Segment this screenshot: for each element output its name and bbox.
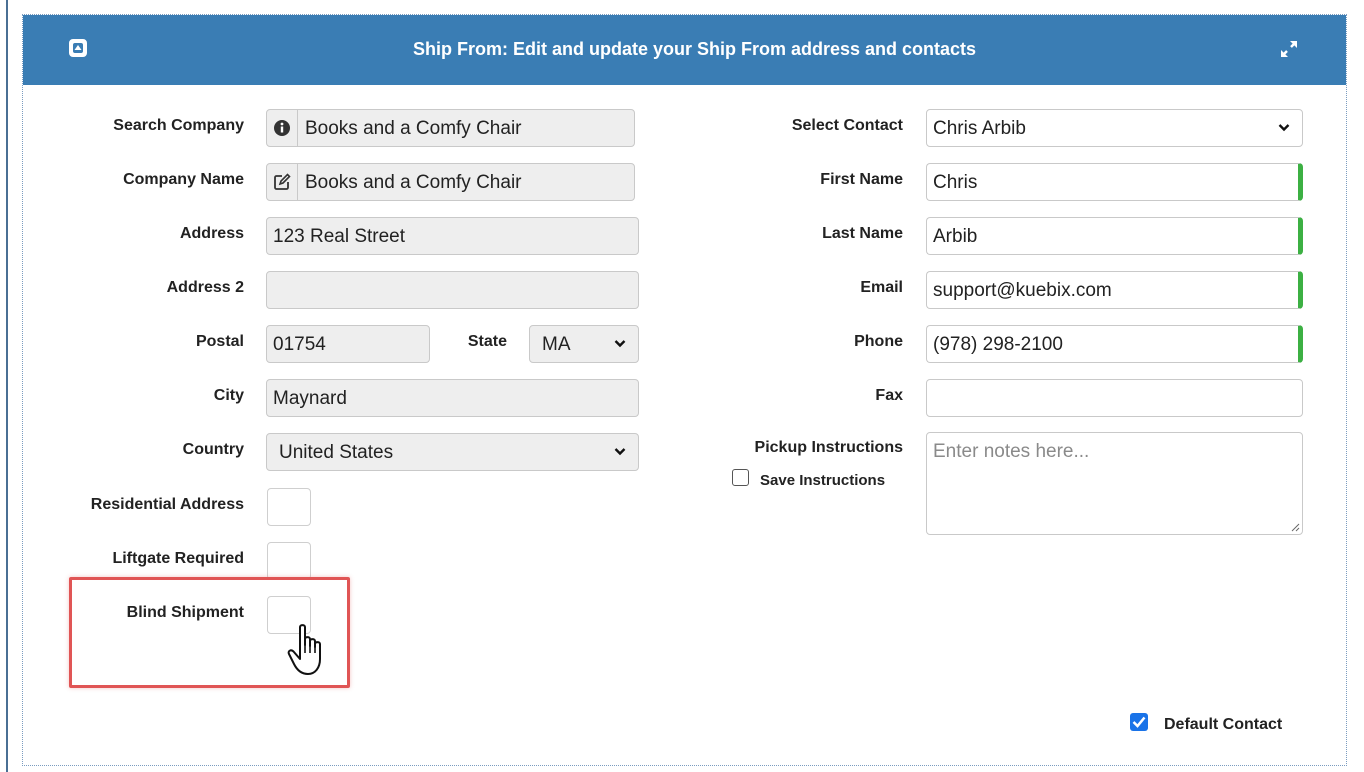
country-select[interactable]: United States [266, 433, 639, 471]
pickup-instructions-placeholder: Enter notes here... [933, 441, 1090, 462]
address-field[interactable]: 123 Real Street [266, 217, 639, 255]
state-label: State [467, 333, 507, 350]
address-2-field[interactable] [266, 271, 639, 309]
liftgate-required-label: Liftgate Required [112, 550, 244, 567]
info-circle-icon [267, 110, 298, 146]
last-name-field[interactable]: Arbib [926, 217, 1303, 255]
city-field[interactable]: Maynard [266, 379, 639, 417]
search-company-field[interactable]: Books and a Comfy Chair [266, 109, 635, 147]
pickup-instructions-textarea[interactable]: Enter notes here... [926, 432, 1303, 535]
pickup-instructions-label: Pickup Instructions [754, 439, 903, 456]
edit-icon[interactable] [267, 164, 298, 200]
panel-header: Ship From: Edit and update your Ship Fro… [23, 15, 1346, 85]
default-contact-label: Default Contact [1164, 716, 1283, 733]
page-left-border [6, 0, 8, 772]
resize-grip-icon[interactable] [1290, 522, 1300, 532]
first-name-field[interactable]: Chris [926, 163, 1303, 201]
postal-field[interactable]: 01754 [266, 325, 430, 363]
search-company-label: Search Company [113, 117, 244, 134]
fax-field[interactable] [926, 379, 1303, 417]
address-label: Address [179, 225, 244, 242]
hand-pointer-icon [287, 624, 321, 675]
residential-address-checkbox[interactable] [267, 488, 311, 526]
default-contact-checkbox[interactable] [1130, 713, 1148, 731]
last-name-label: Last Name [822, 225, 903, 242]
chevron-down-icon [614, 448, 626, 456]
select-contact-label: Select Contact [791, 117, 903, 134]
chevron-down-icon [614, 340, 626, 348]
phone-field[interactable]: (978) 298-2100 [926, 325, 1303, 363]
first-name-label: First Name [820, 171, 903, 188]
select-contact-value: Chris Arbib [933, 118, 1026, 139]
save-instructions-checkbox[interactable] [732, 469, 749, 486]
fax-label: Fax [875, 387, 903, 404]
panel-title: Ship From: Edit and update your Ship Fro… [412, 39, 977, 59]
state-value: MA [542, 334, 571, 355]
city-label: City [213, 387, 244, 404]
expand-arrows-icon[interactable] [1278, 38, 1300, 60]
search-company-value: Books and a Comfy Chair [305, 118, 522, 139]
company-name-label: Company Name [123, 171, 244, 188]
company-name-field[interactable]: Books and a Comfy Chair [266, 163, 635, 201]
address-2-label: Address 2 [166, 279, 244, 296]
save-instructions-label: Save Instructions [760, 472, 886, 489]
select-contact-select[interactable]: Chris Arbib [926, 109, 1303, 147]
chevron-down-icon [1278, 124, 1290, 132]
state-select[interactable]: MA [529, 325, 639, 363]
email-label: Email [860, 279, 903, 296]
country-label: Country [182, 441, 244, 458]
email-field[interactable]: support@kuebix.com [926, 271, 1303, 309]
postal-label: Postal [195, 333, 244, 350]
liftgate-required-checkbox[interactable] [267, 542, 311, 580]
country-value: United States [279, 442, 394, 463]
company-name-value: Books and a Comfy Chair [305, 172, 522, 193]
phone-label: Phone [854, 333, 903, 350]
residential-address-label: Residential Address [90, 496, 244, 513]
